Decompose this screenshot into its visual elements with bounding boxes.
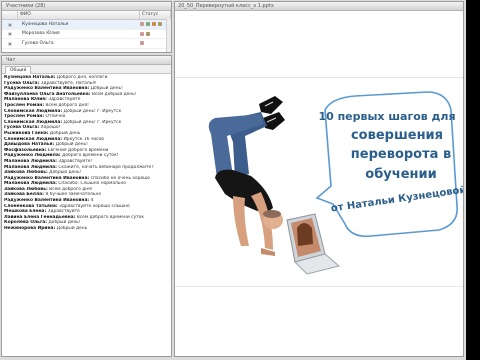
chat-message-text: Я бучшее замечательно (45, 192, 102, 198)
chat-message-text: Всем доброго дня! (45, 102, 89, 108)
bubble-line-2: совершения (351, 128, 443, 143)
chat-message-text: Скажите, начать вебинаре продолжите? (58, 164, 154, 170)
chat-message-author: Зайкова Любовь: (4, 186, 48, 192)
viewer-title: 20_50_Перевернутый класс_v 1.pptx (175, 2, 463, 11)
chat-title: Чат (2, 56, 171, 65)
chat-message-text: Здравствуйте хорошо слышно (59, 203, 130, 209)
chat-message-text: Всем доброго времени суток (76, 214, 144, 220)
participant-status (140, 41, 144, 46)
slide-viewer: 20_50_Перевернутый класс_v 1.pptx 10 пер… (174, 1, 464, 357)
bubble-line-3: переворота в (351, 147, 451, 162)
participant-row[interactable]: ▣ Кузнецова Наталья (2, 20, 171, 30)
chat-message-text: Добрый день! (49, 170, 82, 176)
chat-message-text: Добрый день (49, 130, 81, 136)
chat-panel: Чат Общий Кузнецова Наталья: Доброго дня… (1, 55, 172, 357)
chat-message-text: Спасибо. Слышно нормально (58, 181, 126, 187)
chat-message-author: Гусева Ольга: (4, 125, 40, 131)
participant-status (140, 31, 150, 36)
chat-tabs: Общий (2, 65, 171, 74)
select-column-header[interactable] (2, 11, 18, 19)
chat-message-text: Добрый день (56, 226, 88, 232)
chat-message-text: Здравствуйте (48, 97, 81, 103)
user-icon[interactable] (146, 31, 150, 36)
slide-bottom-area (175, 286, 463, 356)
chat-message-author: Маланова Юлия: (4, 97, 47, 103)
participant-status (140, 22, 162, 27)
name-column-header[interactable]: ФИО (18, 11, 140, 19)
chat-message-text: Всем доброго дня! (49, 186, 93, 192)
chat-message-author: Слонимская Людмила: (4, 136, 63, 142)
slide-canvas: 10 первых шагов для совершения переворот… (175, 11, 463, 356)
chat-message-author: Трослен Роман: (4, 114, 45, 120)
chat-message-author: Кузнецова Наталья: (4, 75, 56, 80)
chat-message-author: Радуженко Валентина Ивановна: (4, 86, 90, 92)
webinar-app: Участники (28) ФИО Статус ▣ Кузнецова На… (0, 0, 466, 360)
chat-message-author: Давыдова Наталья: (4, 142, 55, 148)
chat-message-author: Трослен Роман: (4, 102, 45, 108)
chat-message-author: Мешкова Елена: (4, 209, 47, 215)
chat-message-text: Добрый день! г. Иркутск (63, 108, 122, 114)
chat-message-author: Зайкова Белла: (4, 192, 44, 198)
participant-name: Кузнецова Наталья (22, 21, 69, 27)
status-icon (140, 22, 144, 27)
chat-message-author: Слоненкова Татьяна: (4, 203, 58, 209)
slide-illustration: 10 первых шагов для совершения переворот… (175, 78, 463, 285)
chat-message-text: Иркутск 16 часов (63, 136, 104, 142)
chat-message-author: Маланова Людмила: (4, 181, 57, 187)
chat-message-text: спасибо не очень хорошо (90, 175, 150, 181)
chat-message-author: Рыжикова Ганна: (4, 130, 49, 136)
participant-name: Морозова Юлия (22, 31, 60, 37)
status-icon (140, 31, 144, 36)
chat-message-text: Доброго времени суток! (61, 153, 119, 159)
bubble-line-4: обучении (365, 167, 436, 182)
chat-message-text: Отлично (45, 114, 66, 120)
chat-message-text: Здравствуйте! (58, 158, 93, 164)
chat-message-author: Радуженко Валентина Ивановна: (4, 175, 90, 181)
chat-message-text: Всем добрый день! (91, 91, 137, 97)
chat-message-author: Гусева Ольга: (4, 80, 40, 86)
chat-message-author: Маланова Людмила: (4, 164, 57, 170)
chat-message-author: Зайкова Любовь: (4, 170, 48, 176)
chat-message-author: Файзуллаева Ольга Анатольевна: (4, 91, 91, 97)
chat-message-author: Радуженко Валентина Ивановна: (4, 198, 90, 204)
chat-message-author: Слонимская Людмила: (4, 119, 63, 125)
chat-messages: Кузнецова Наталья: Доброго дня, коллеги Г… (2, 74, 171, 233)
participants-scrollbar[interactable] (166, 19, 171, 52)
chat-message-author: Фосфазольевна: (4, 147, 47, 153)
chat-message-text: Евгения Доброго времени (47, 147, 109, 153)
participant-name: Гусева Ольга (22, 40, 54, 46)
checkbox-icon[interactable]: ▣ (2, 41, 18, 46)
chat-message-author: Радуженко Людмила: (4, 153, 61, 159)
chat-message: Нежинорова Ирина: Добрый день (4, 226, 169, 232)
chat-message-text: Хорошо! (40, 125, 61, 131)
chat-message-text: Доброго дня, коллеги (56, 75, 108, 80)
slide-top-area (175, 11, 463, 78)
participant-row[interactable]: ▣ Морозова Юлия (2, 30, 171, 39)
chat-message-text: Добрый день! (48, 220, 81, 226)
chat-message-author: Лавина Елена Геннадьевна: (4, 214, 76, 220)
chat-message-author: Слонимская Людмила: (4, 108, 63, 114)
microphone-icon[interactable] (152, 22, 156, 27)
chat-message-author: Королёва Ольга: (4, 220, 47, 226)
chat-message-author: Нежинорова Ирина: (4, 226, 56, 232)
checkbox-icon[interactable]: ▣ (2, 31, 18, 36)
participants-title: Участники (28) (2, 2, 171, 11)
participants-header: ФИО Статус (2, 11, 171, 20)
status-icon (140, 41, 144, 46)
camera-icon[interactable] (146, 22, 150, 27)
bubble-line-1: 10 первых шагов для (318, 110, 455, 123)
tab-general[interactable]: Общий (5, 66, 32, 74)
chat-message-author: Маланова Людмила: (4, 158, 57, 164)
participant-row[interactable]: ▣ Гусева Ольга (2, 39, 171, 49)
checkbox-icon[interactable]: ▣ (2, 22, 18, 27)
chat-message-text: Здравствуйте (47, 209, 80, 215)
chat-message-text: Добрый день! г. Иркутск (63, 119, 122, 125)
chat-message-text: 4 (90, 198, 94, 204)
status-column-header[interactable]: Статус (140, 11, 171, 19)
chat-message-text: Здравствуйте, Наталья! (40, 80, 97, 86)
user-icon[interactable] (158, 22, 162, 27)
chat-message-text: Добрый день! (90, 86, 123, 92)
chat-message-text: Добрый день! (55, 142, 88, 148)
participants-panel: Участники (28) ФИО Статус ▣ Кузнецова На… (1, 1, 172, 53)
